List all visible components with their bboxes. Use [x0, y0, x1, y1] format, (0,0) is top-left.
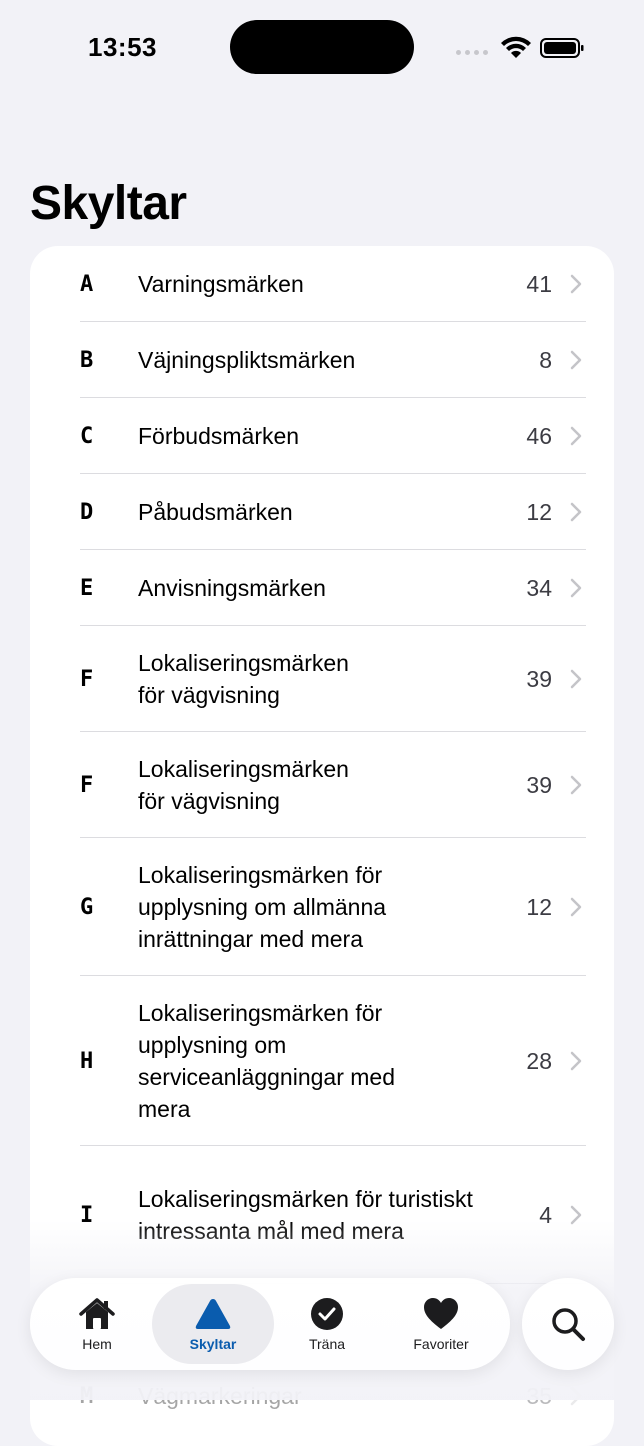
category-name: Vägmarkeringar	[138, 1383, 302, 1409]
category-row-h[interactable]: H Lokaliseringsmärken för upplysning om …	[30, 976, 614, 1146]
tab-label: Träna	[308, 1336, 346, 1352]
search-button[interactable]	[522, 1278, 614, 1370]
tab-favoriter[interactable]: Favoriter	[380, 1284, 502, 1364]
category-count: 39	[526, 665, 552, 692]
heart-icon	[424, 1298, 458, 1329]
chevron-right-icon	[570, 1205, 582, 1225]
category-row-e[interactable]: E Anvisningsmärken 34	[30, 550, 614, 626]
chevron-right-icon	[570, 669, 582, 689]
category-name: Varningsmärken	[138, 271, 304, 297]
category-count: 4	[539, 1201, 552, 1228]
search-icon	[552, 1308, 585, 1341]
category-row-f-2[interactable]: F Lokaliseringsmärken för vägvisning 39	[30, 732, 614, 838]
category-count: 12	[526, 498, 552, 525]
category-count: 41	[526, 270, 552, 297]
dynamic-island	[230, 20, 414, 74]
category-row-b[interactable]: B Väjningspliktsmärken 8	[30, 322, 614, 398]
tab-hem[interactable]: Hem	[36, 1284, 158, 1364]
category-letter: G	[80, 894, 94, 920]
category-name: Förbudsmärken	[138, 423, 300, 449]
category-row-c[interactable]: C Förbudsmärken 46	[30, 398, 614, 474]
chevron-right-icon	[570, 426, 582, 446]
category-letter: F	[80, 772, 94, 798]
chevron-right-icon	[570, 274, 582, 294]
category-name: Påbudsmärken	[138, 499, 293, 525]
chevron-right-icon	[570, 897, 582, 917]
category-letter: I	[80, 1202, 94, 1228]
category-name: Lokaliseringsmärken för upplysning om se…	[138, 1000, 395, 1122]
category-letter: F	[80, 666, 94, 692]
battery-icon	[540, 38, 584, 58]
tab-bar: Hem Skyltar Träna Favoriter	[30, 1278, 510, 1370]
category-list: A Varningsmärken 41 B Väjningspliktsmärk…	[30, 246, 614, 1446]
wifi-icon	[501, 36, 531, 58]
category-letter: M	[80, 1383, 94, 1409]
category-row-f[interactable]: F Lokaliseringsmärken för vägvisning 39	[30, 626, 614, 732]
category-name: Lokaliseringsmärken för upplysning om al…	[138, 862, 387, 952]
triangle-sign-icon	[195, 1299, 231, 1329]
tab-label: Favoriter	[413, 1336, 469, 1352]
category-letter: D	[80, 499, 94, 525]
category-count: 28	[526, 1047, 552, 1074]
category-letter: E	[80, 575, 94, 601]
category-name: Lokaliseringsmärken för vägvisning	[138, 650, 349, 708]
page-title: Skyltar	[30, 177, 187, 230]
tab-label: Hem	[82, 1336, 112, 1352]
category-row-g[interactable]: G Lokaliseringsmärken för upplysning om …	[30, 838, 614, 976]
tab-trana[interactable]: Träna	[266, 1284, 388, 1364]
category-name: Lokaliseringsmärken för vägvisning	[138, 756, 349, 814]
category-row-d[interactable]: D Påbudsmärken 12	[30, 474, 614, 550]
status-icons	[456, 34, 586, 62]
category-letter: A	[80, 271, 94, 297]
category-row-i[interactable]: I Lokaliseringsmärken för turistiskt int…	[30, 1146, 614, 1284]
tab-skyltar[interactable]: Skyltar	[152, 1284, 274, 1364]
chevron-right-icon	[570, 1051, 582, 1071]
category-name: Väjningspliktsmärken	[138, 347, 356, 373]
category-count: 12	[526, 893, 552, 920]
signal-icon	[456, 50, 488, 55]
chevron-right-icon	[570, 775, 582, 795]
category-letter: B	[80, 347, 94, 373]
category-count: 46	[526, 422, 552, 449]
category-count: 34	[526, 574, 552, 601]
category-count: 39	[526, 771, 552, 798]
chevron-right-icon	[570, 502, 582, 522]
category-letter: C	[80, 423, 94, 449]
category-count: 35	[526, 1382, 552, 1409]
chevron-right-icon	[570, 1386, 582, 1406]
house-icon	[79, 1298, 115, 1329]
category-name: Anvisningsmärken	[138, 575, 326, 601]
chevron-right-icon	[570, 578, 582, 598]
category-row-a[interactable]: A Varningsmärken 41	[30, 246, 614, 322]
category-letter: H	[80, 1048, 94, 1074]
checkmark-circle-icon	[311, 1298, 343, 1330]
category-name: Lokaliseringsmärken för turistiskt intre…	[138, 1186, 473, 1244]
category-count: 8	[539, 346, 552, 373]
tab-label: Skyltar	[189, 1336, 237, 1352]
chevron-right-icon	[570, 350, 582, 370]
status-time: 13:53	[88, 32, 157, 62]
